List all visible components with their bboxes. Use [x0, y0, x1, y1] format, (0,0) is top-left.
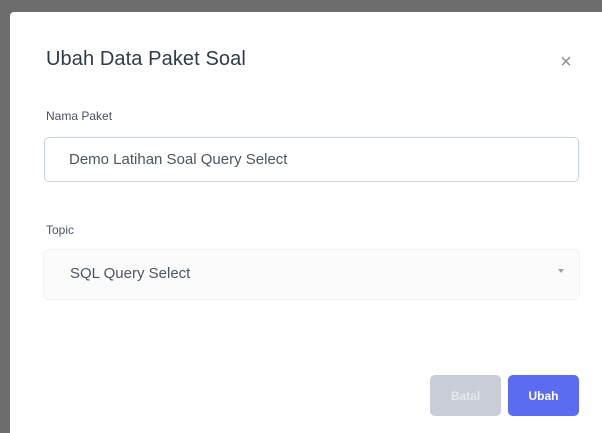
topic-select-value: SQL Query Select: [70, 265, 191, 282]
topic-select[interactable]: SQL Query Select: [44, 250, 579, 299]
cancel-button[interactable]: Batal: [430, 375, 501, 416]
nama-paket-label: Nama Paket: [46, 109, 113, 123]
caret-down-icon: [558, 269, 564, 273]
close-icon[interactable]: ×: [556, 52, 576, 72]
submit-button[interactable]: Ubah: [508, 375, 579, 416]
nama-paket-input[interactable]: [44, 137, 579, 182]
topic-label: Topic: [46, 223, 75, 237]
modal-title: Ubah Data Paket Soal: [46, 48, 246, 70]
edit-package-modal: Ubah Data Paket Soal × Nama Paket Topic …: [10, 12, 602, 433]
